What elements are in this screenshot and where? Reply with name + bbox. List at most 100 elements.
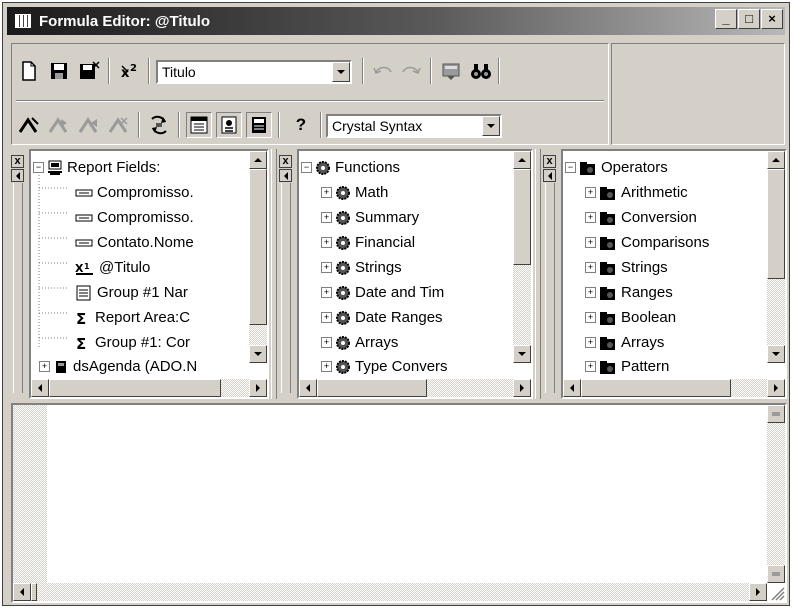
formula-text-editor[interactable] bbox=[11, 403, 787, 603]
tree-item[interactable]: + Arrays bbox=[585, 330, 664, 355]
scroll-thumb[interactable] bbox=[249, 169, 267, 325]
help-icon[interactable]: ? bbox=[288, 112, 314, 138]
scroll-up-icon[interactable] bbox=[767, 405, 785, 423]
tree-item[interactable]: Compromisso. bbox=[75, 205, 194, 230]
tree-item[interactable]: + Strings bbox=[321, 255, 402, 280]
tree-root[interactable]: − Functions bbox=[301, 155, 400, 180]
horizontal-scrollbar[interactable] bbox=[563, 379, 785, 397]
close-icon[interactable]: x bbox=[543, 155, 556, 168]
x2-icon[interactable]: x2 bbox=[118, 58, 144, 84]
collapse-toggle[interactable]: − bbox=[301, 162, 312, 173]
resize-grip-icon[interactable] bbox=[767, 583, 785, 601]
add-bookmark-icon[interactable] bbox=[16, 112, 42, 138]
expand-toggle[interactable]: + bbox=[585, 187, 596, 198]
expand-toggle[interactable]: + bbox=[321, 237, 332, 248]
collapse-icon[interactable] bbox=[11, 169, 24, 182]
horizontal-scrollbar[interactable] bbox=[31, 379, 267, 397]
chevron-down-icon[interactable] bbox=[482, 116, 500, 136]
scroll-left-icon[interactable] bbox=[13, 583, 31, 601]
expand-toggle[interactable]: + bbox=[321, 187, 332, 198]
scroll-thumb[interactable] bbox=[31, 583, 37, 601]
scroll-right-icon[interactable] bbox=[249, 379, 267, 397]
new-icon[interactable] bbox=[16, 58, 42, 84]
collapse-icon[interactable] bbox=[543, 169, 556, 182]
scroll-left-icon[interactable] bbox=[563, 379, 581, 397]
save-close-icon[interactable] bbox=[76, 58, 102, 84]
scroll-up-icon[interactable] bbox=[767, 151, 785, 169]
scroll-right-icon[interactable] bbox=[767, 379, 785, 397]
scroll-thumb[interactable] bbox=[581, 379, 731, 397]
vertical-scrollbar[interactable] bbox=[513, 151, 531, 363]
expand-toggle[interactable]: + bbox=[585, 262, 596, 273]
scroll-right-icon[interactable] bbox=[513, 379, 531, 397]
save-icon[interactable] bbox=[46, 58, 72, 84]
expand-toggle[interactable]: + bbox=[39, 361, 50, 372]
maximize-button[interactable]: □ bbox=[738, 9, 760, 29]
tree-item[interactable]: Group #1 Nar bbox=[75, 280, 188, 305]
scroll-up-icon[interactable] bbox=[249, 151, 267, 169]
syntax-combo[interactable]: Crystal Syntax bbox=[326, 114, 502, 138]
tree-item[interactable]: + Conversion bbox=[585, 205, 697, 230]
collapse-toggle[interactable]: − bbox=[565, 162, 576, 173]
minimize-button[interactable]: _ bbox=[715, 9, 737, 29]
chevron-down-icon[interactable] bbox=[332, 62, 350, 82]
tree-item[interactable]: + Boolean bbox=[585, 305, 676, 330]
close-button[interactable]: × bbox=[761, 9, 783, 29]
scroll-down-icon[interactable] bbox=[767, 345, 785, 363]
expand-toggle[interactable]: + bbox=[321, 312, 332, 323]
bookmark-icon[interactable] bbox=[438, 58, 464, 84]
scroll-thumb[interactable] bbox=[767, 169, 785, 279]
tree-item[interactable]: + Strings bbox=[585, 255, 668, 280]
tree-item[interactable]: + Math bbox=[321, 180, 388, 205]
pane-grip[interactable] bbox=[13, 183, 23, 393]
expand-toggle[interactable]: + bbox=[585, 287, 596, 298]
horizontal-scrollbar[interactable] bbox=[13, 583, 767, 601]
expand-toggle[interactable]: + bbox=[321, 212, 332, 223]
scroll-thumb[interactable] bbox=[49, 379, 221, 397]
operators-tree-icon[interactable] bbox=[246, 112, 272, 138]
fields-tree-icon[interactable] bbox=[186, 112, 212, 138]
scroll-down-icon[interactable] bbox=[767, 565, 785, 583]
expand-toggle[interactable]: + bbox=[321, 287, 332, 298]
tree-item[interactable]: Contato.Nome bbox=[75, 230, 194, 255]
tree-item[interactable]: + Arrays bbox=[321, 330, 398, 355]
tree-item[interactable]: + Comparisons bbox=[585, 230, 709, 255]
redo-icon[interactable] bbox=[398, 58, 424, 84]
title-bar[interactable]: Formula Editor: @Titulo bbox=[7, 7, 785, 35]
next-bookmark-icon[interactable] bbox=[46, 112, 72, 138]
tree-item[interactable]: Σ Group #1: Cor bbox=[75, 330, 190, 355]
scroll-thumb[interactable] bbox=[513, 169, 531, 265]
scroll-down-icon[interactable] bbox=[513, 345, 531, 363]
prev-bookmark-icon[interactable] bbox=[76, 112, 102, 138]
expand-toggle[interactable]: + bbox=[585, 337, 596, 348]
expand-toggle[interactable]: + bbox=[585, 312, 596, 323]
expand-toggle[interactable]: + bbox=[321, 262, 332, 273]
horizontal-scrollbar[interactable] bbox=[299, 379, 531, 397]
scroll-left-icon[interactable] bbox=[299, 379, 317, 397]
check-icon[interactable] bbox=[146, 112, 172, 138]
scroll-left-icon[interactable] bbox=[31, 379, 49, 397]
find-icon[interactable] bbox=[468, 58, 494, 84]
scroll-up-icon[interactable] bbox=[513, 151, 531, 169]
expand-toggle[interactable]: + bbox=[585, 212, 596, 223]
clear-bookmarks-icon[interactable] bbox=[106, 112, 132, 138]
functions-tree-icon[interactable] bbox=[216, 112, 242, 138]
tree-item[interactable]: + Arithmetic bbox=[585, 180, 688, 205]
vertical-scrollbar[interactable] bbox=[767, 405, 785, 583]
formula-name-combo[interactable]: Titulo bbox=[156, 60, 352, 84]
expand-toggle[interactable]: + bbox=[321, 361, 332, 372]
vertical-scrollbar[interactable] bbox=[249, 151, 267, 363]
tree-item[interactable]: + Date Ranges bbox=[321, 305, 443, 330]
scroll-right-icon[interactable] bbox=[749, 583, 767, 601]
tree-item[interactable]: + Date and Tim bbox=[321, 280, 444, 305]
tree-item[interactable]: + Summary bbox=[321, 205, 419, 230]
expand-toggle[interactable]: + bbox=[585, 237, 596, 248]
tree-item[interactable]: + Pattern bbox=[585, 354, 669, 379]
close-icon[interactable]: x bbox=[279, 155, 292, 168]
expand-toggle[interactable]: + bbox=[321, 337, 332, 348]
tree-root[interactable]: − Operators bbox=[565, 155, 668, 180]
scroll-thumb[interactable] bbox=[317, 379, 427, 397]
tree-item[interactable]: + Ranges bbox=[585, 280, 673, 305]
tree-item[interactable]: Compromisso. bbox=[75, 180, 194, 205]
tree-item[interactable]: Σ Report Area:C bbox=[75, 305, 190, 330]
